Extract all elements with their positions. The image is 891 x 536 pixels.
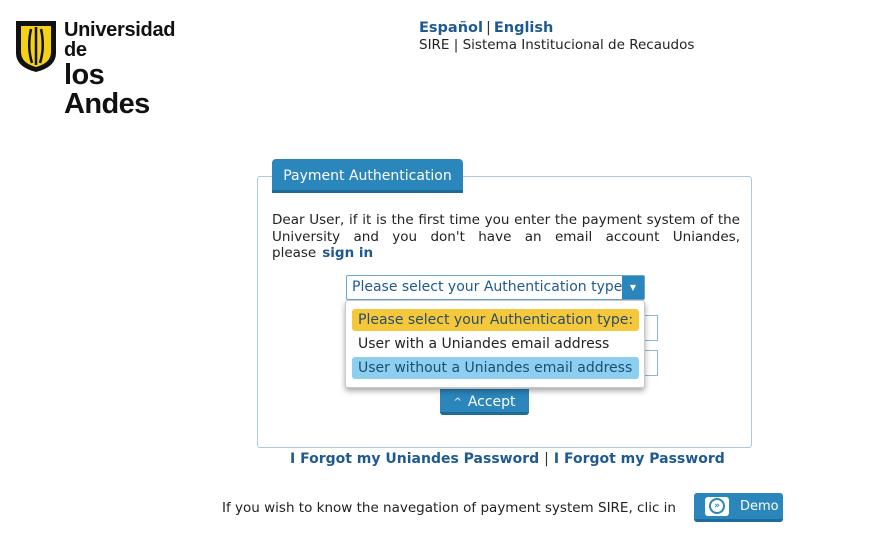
lang-separator: | (485, 20, 491, 36)
auth-type-dropdown: Please select your Authentication type: … (345, 300, 645, 388)
panel-intro-text: Dear User, if it is the first time you e… (272, 212, 740, 262)
option-without-uniandes-email[interactable]: User without a Uniandes email address (352, 357, 639, 379)
lang-es-link[interactable]: Español (419, 20, 483, 36)
forgot-uniandes-password-link[interactable]: I Forgot my Uniandes Password (290, 451, 539, 467)
university-logo: Universidad de los Andes (14, 19, 194, 119)
shield-logo-icon (16, 21, 56, 72)
panel-title: Payment Authentication (272, 159, 463, 193)
double-chevron-right-icon: » (705, 497, 729, 516)
password-field[interactable] (644, 350, 658, 376)
auth-type-select[interactable]: Please select your Authentication type: … (346, 275, 645, 300)
chevron-up-icon: ^ (453, 397, 462, 408)
auth-type-selected: Please select your Authentication type: (352, 279, 628, 295)
demo-label: Demo (740, 499, 779, 514)
forgot-links: I Forgot my Uniandes Password | I Forgot m… (290, 451, 725, 467)
logo-line1: Universidad de (64, 19, 176, 61)
accept-label: Accept (467, 394, 516, 410)
logo-line2: los Andes (64, 59, 150, 120)
demo-button[interactable]: » Demo (694, 493, 783, 522)
system-subtitle: SIRE | Sistema Institucional de Recaudos (419, 37, 695, 53)
lang-en-link[interactable]: English (494, 20, 554, 36)
sign-in-link[interactable]: sign in (322, 245, 373, 261)
language-switcher: Español | English (419, 20, 553, 36)
links-separator: | (544, 451, 549, 467)
option-placeholder[interactable]: Please select your Authentication type: (352, 309, 639, 331)
option-with-uniandes-email[interactable]: User with a Uniandes email address (352, 333, 639, 355)
logo-wordmark: Universidad de los Andes (64, 20, 194, 119)
username-field[interactable] (644, 315, 658, 341)
triangle-down-icon[interactable]: ▼ (622, 276, 644, 299)
accept-button[interactable]: ^ Accept (440, 389, 529, 415)
forgot-password-link[interactable]: I Forgot my Password (554, 451, 725, 467)
demo-prompt-text: If you wish to know the navegation of pa… (222, 500, 676, 516)
